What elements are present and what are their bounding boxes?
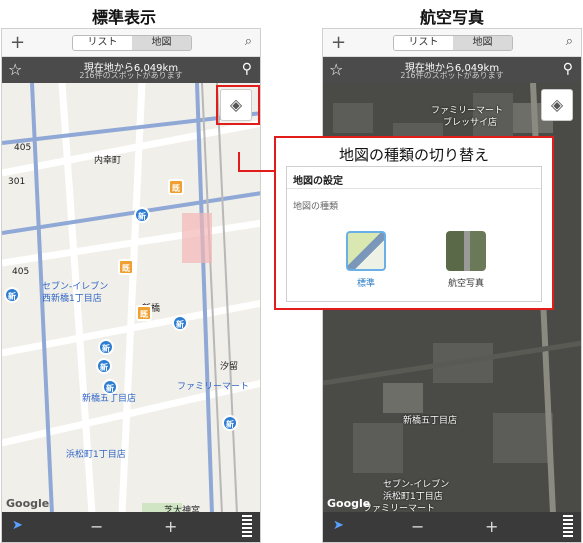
top-bar: + リスト 地図 ⌕ — [2, 29, 260, 57]
spot-pin[interactable]: 新 — [98, 339, 114, 355]
option-aerial[interactable]: 航空写真 — [441, 231, 491, 289]
search-icon[interactable]: ⌕ — [245, 34, 252, 49]
spot-pin-existing[interactable]: 既 — [168, 179, 184, 195]
label-hamamatsucho: 浜松町1丁目店 — [66, 450, 126, 460]
spot-pin[interactable]: 新 — [134, 207, 150, 223]
highlight-box — [216, 85, 260, 125]
zoom-out-button[interactable]: − — [90, 517, 103, 536]
caption-aerial: 航空写真 — [420, 8, 485, 27]
label-route-405b: 405 — [12, 267, 30, 277]
standard-thumb — [346, 231, 386, 271]
tab-list[interactable]: リスト — [73, 36, 132, 50]
phone-standard: + リスト 地図 ⌕ ☆ 現在地から6,049km 216件のスポットがあります… — [1, 28, 261, 543]
location-icon[interactable]: ➤ — [12, 518, 23, 533]
level-icon[interactable] — [563, 515, 573, 539]
caption-standard: 標準表示 — [92, 8, 157, 27]
label-route-405: 405 — [14, 143, 32, 153]
view-segment: リスト 地図 — [72, 35, 192, 51]
label-shop: ブレッサイ店 — [443, 118, 498, 128]
panel-subtitle: 地図の種類 — [293, 202, 339, 212]
spot-pin[interactable]: 新 — [222, 415, 238, 431]
layers-icon: ◈ — [550, 95, 564, 114]
level-icon[interactable] — [242, 515, 252, 539]
view-segment: リスト 地図 — [393, 35, 513, 51]
panel-header: 地図の設定 — [287, 167, 541, 189]
spot-pin[interactable]: 新 — [172, 315, 188, 331]
map-settings-panel: 地図の設定 地図の種類 標準 航空写真 — [286, 166, 542, 302]
tab-map[interactable]: 地図 — [132, 36, 191, 50]
spot-pin-existing[interactable]: 既 — [136, 305, 152, 321]
connector-line — [238, 170, 276, 172]
walk-icon[interactable]: ⚲ — [563, 61, 573, 77]
map-standard[interactable]: 内幸町 新橋 汐留 セブン-イレブン 西新橋1丁目店 新橋五丁目店 ファミリーマ… — [2, 83, 260, 514]
spot-pin[interactable]: 新 — [102, 379, 118, 395]
option-standard-label: 標準 — [356, 279, 375, 289]
info-bar: ☆ 現在地から6,049km 216件のスポットがあります ⚲ — [323, 57, 581, 83]
search-icon[interactable]: ⌕ — [566, 34, 573, 49]
spot-pin-existing[interactable]: 既 — [118, 259, 134, 275]
callout-title: 地図の種類の切り替え — [338, 146, 489, 164]
spot-pin[interactable]: 新 — [96, 358, 112, 374]
label-shinbashi5: 新橋五丁目店 — [403, 416, 458, 426]
map-roads — [2, 83, 260, 514]
label-route-301: 301 — [8, 177, 26, 187]
zoom-in-button[interactable]: + — [164, 517, 177, 536]
add-icon[interactable]: + — [331, 32, 346, 53]
zoom-out-button[interactable]: − — [411, 517, 424, 536]
tab-list[interactable]: リスト — [394, 36, 453, 50]
connector-line — [238, 152, 240, 172]
spot-count: 216件のスポットがあります — [79, 71, 183, 80]
bottom-bar: ➤ − + — [323, 512, 581, 542]
add-icon[interactable]: + — [10, 32, 25, 53]
map-type-callout: 地図の種類の切り替え 地図の設定 地図の種類 標準 航空写真 — [274, 136, 554, 310]
walk-icon[interactable]: ⚲ — [242, 61, 252, 77]
label-shiodome: 汐留 — [220, 362, 239, 372]
google-logo: Google — [327, 497, 371, 510]
bottom-bar: ➤ − + — [2, 512, 260, 542]
label-nishishinbashi: 西新橋1丁目店 — [42, 294, 102, 304]
label-uchisaiwaicho: 内幸町 — [94, 156, 122, 166]
option-aerial-label: 航空写真 — [447, 279, 484, 289]
location-icon[interactable]: ➤ — [333, 518, 344, 533]
spot-count: 216件のスポットがあります — [400, 71, 504, 80]
option-standard[interactable]: 標準 — [341, 231, 391, 289]
layers-button[interactable]: ◈ — [541, 89, 573, 121]
spot-pin[interactable]: 新 — [4, 287, 20, 303]
info-bar: ☆ 現在地から6,049km 216件のスポットがあります ⚲ — [2, 57, 260, 83]
label-familymart: ファミリーマート — [177, 382, 250, 392]
zoom-in-button[interactable]: + — [485, 517, 498, 536]
top-bar: + リスト 地図 ⌕ — [323, 29, 581, 57]
aerial-thumb — [446, 231, 486, 271]
google-logo: Google — [6, 497, 50, 510]
tab-map[interactable]: 地図 — [453, 36, 512, 50]
